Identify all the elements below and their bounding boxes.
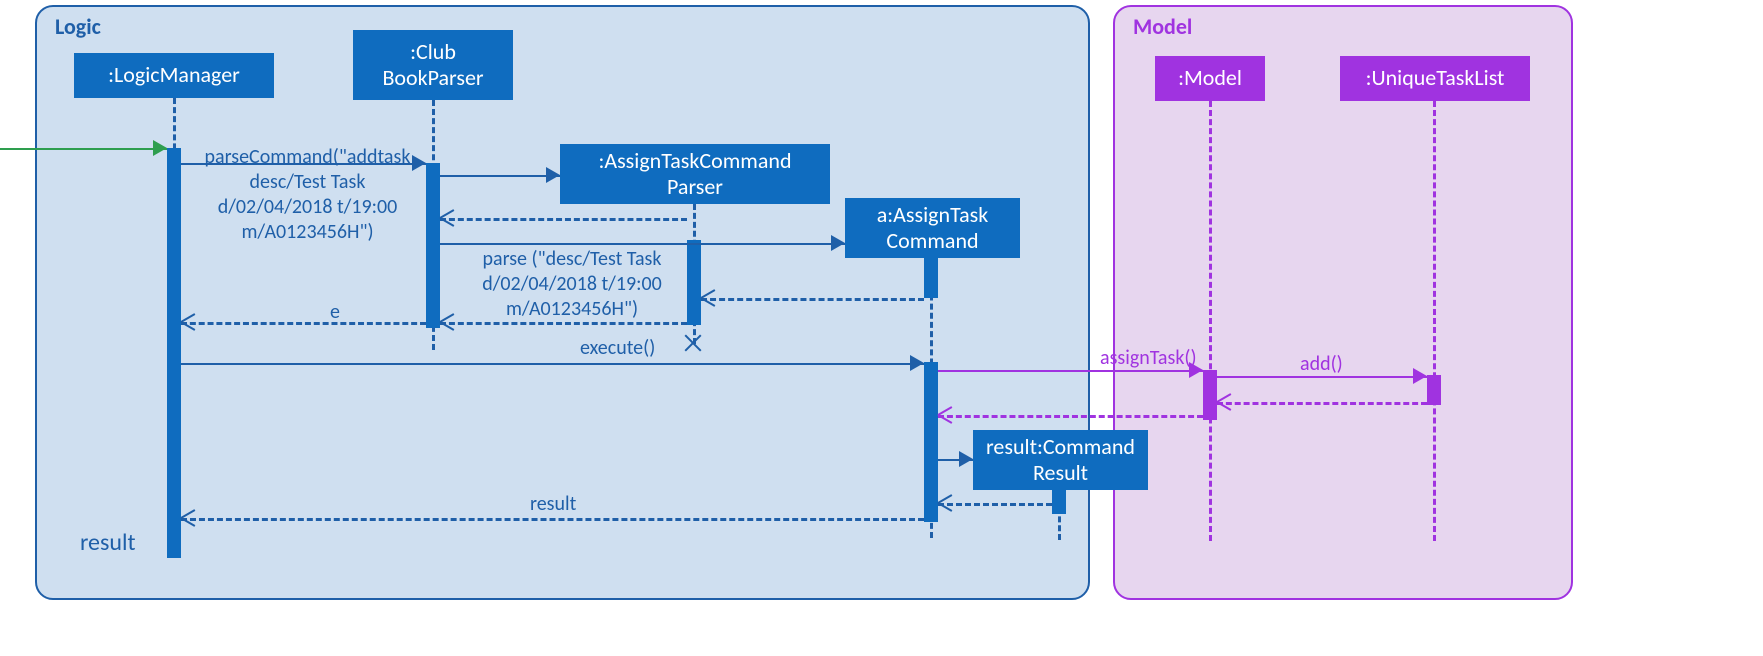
activation-logic-manager [167,148,181,558]
arrowhead-parse [831,235,845,251]
activation-model [1203,370,1217,420]
arrow-return-parse [440,322,687,325]
arrow-found-message [0,148,167,150]
arrow-return-assign-task [938,415,1203,418]
arrow-return-atc [701,298,924,301]
arrowhead-found-message [153,140,167,156]
participant-unique-task-list: :UniqueTaskList [1340,56,1530,101]
lifeline-unique-task-list [1433,101,1436,541]
msg-parse-command: parseCommand("addtask desc/Test Task d/0… [195,145,420,245]
arrowhead-create-result [959,451,973,467]
participant-assign-task-command: a:AssignTask Command [845,198,1020,258]
arrow-return-e [181,322,426,325]
msg-parse: parse ("desc/Test Task d/02/04/2018 t/19… [462,247,682,322]
participant-assign-task-command-parser: :AssignTaskCommand Parser [560,144,830,204]
participant-logic-manager: :LogicManager [74,53,274,98]
destroy-icon [684,334,702,352]
activation-assign-task-command-exec [924,362,938,522]
arrow-return-parser-create [440,218,687,221]
arrow-return-add [1217,402,1427,405]
model-frame-title: Model [1133,13,1192,40]
participant-club-book-parser: :Club BookParser [353,30,513,100]
msg-e: e [330,300,340,325]
arrow-create-parser [440,175,560,177]
arrow-return-create-result [938,503,1052,506]
arrow-parse [440,243,845,245]
msg-result-out: result [80,528,136,558]
activation-assign-task-command-create [924,258,938,298]
arrowhead-create-parser [546,167,560,183]
logic-frame-title: Logic [55,13,101,40]
msg-result-return: result [530,492,576,517]
activation-club-book-parser [426,163,440,328]
activation-assign-task-command-parser [687,240,701,325]
msg-execute: execute() [580,336,655,361]
activation-command-result [1052,490,1066,514]
msg-add: add() [1300,352,1343,377]
arrowhead-execute [910,355,924,371]
lifeline-model [1209,101,1212,541]
arrowhead-add [1413,368,1427,384]
arrow-execute [181,363,924,365]
msg-assign-task: assignTask() [1100,346,1197,371]
participant-model: :Model [1155,56,1265,101]
activation-unique-task-list [1427,375,1441,405]
arrow-result [181,518,924,521]
participant-command-result: result:Command Result [973,430,1148,490]
